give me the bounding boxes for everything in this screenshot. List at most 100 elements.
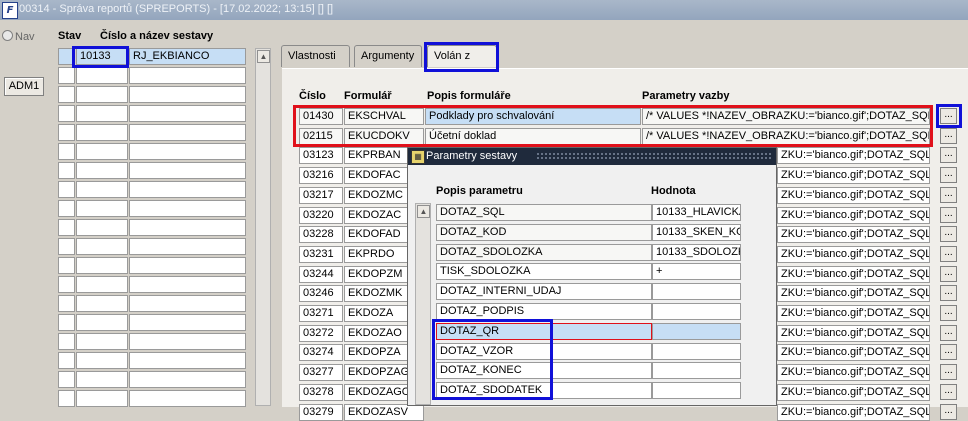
param-name-cell[interactable]: DOTAZ_VZOR bbox=[436, 343, 652, 360]
ellipsis-button[interactable]: ... bbox=[940, 285, 957, 301]
dialog-scroll-up-icon[interactable]: ▲ bbox=[417, 205, 430, 218]
ellipsis-button[interactable]: ... bbox=[940, 187, 957, 203]
grid-cislo-cell[interactable]: 03231 bbox=[299, 246, 343, 263]
report-status-cell[interactable] bbox=[58, 124, 75, 141]
grid-cislo-cell[interactable]: 03228 bbox=[299, 226, 343, 243]
grid-parametry-cell[interactable]: ZKU:='bianco.gif';DOTAZ_SQL: bbox=[777, 147, 930, 164]
grid-parametry-cell[interactable]: ZKU:='bianco.gif';DOTAZ_SQL: bbox=[777, 167, 930, 184]
grid-formular-cell[interactable]: EKDOZASV bbox=[344, 404, 424, 421]
report-name-cell[interactable] bbox=[129, 219, 246, 236]
param-name-cell[interactable]: DOTAZ_KOD bbox=[436, 224, 652, 241]
param-value-input[interactable] bbox=[652, 362, 741, 379]
grid-cislo-cell[interactable]: 03279 bbox=[299, 404, 343, 421]
report-number-cell[interactable] bbox=[76, 219, 128, 236]
ellipsis-button[interactable]: ... bbox=[940, 344, 957, 360]
report-name-cell[interactable] bbox=[129, 295, 246, 312]
grid-parametry-cell[interactable]: ZKU:='bianco.gif';DOTAZ_SQL: bbox=[777, 404, 930, 421]
report-number-cell[interactable] bbox=[76, 276, 128, 293]
grid-parametry-cell[interactable]: ZKU:='bianco.gif';DOTAZ_SQL: bbox=[777, 207, 930, 224]
report-status-cell[interactable] bbox=[58, 371, 75, 388]
grid-cislo-cell[interactable]: 03278 bbox=[299, 384, 343, 401]
report-list-scrollbar[interactable]: ▲ bbox=[255, 48, 271, 406]
report-number-cell[interactable] bbox=[76, 200, 128, 217]
report-status-cell[interactable] bbox=[58, 257, 75, 274]
ellipsis-button[interactable]: ... bbox=[940, 266, 957, 282]
grid-parametry-cell[interactable]: /* VALUES *!NAZEV_OBRAZKU:='bianco.gif';… bbox=[642, 108, 930, 125]
grid-cislo-cell[interactable]: 03217 bbox=[299, 187, 343, 204]
report-name-cell[interactable] bbox=[129, 86, 246, 103]
report-number-cell[interactable] bbox=[76, 333, 128, 350]
report-number-cell[interactable] bbox=[76, 162, 128, 179]
report-name-cell[interactable] bbox=[129, 276, 246, 293]
ellipsis-button[interactable]: ... bbox=[940, 167, 957, 183]
report-name-cell[interactable] bbox=[129, 181, 246, 198]
adm1-button[interactable]: ADM1 bbox=[4, 77, 44, 96]
report-number-cell[interactable] bbox=[76, 67, 128, 84]
nav-radio[interactable]: Nav bbox=[2, 30, 35, 43]
report-status-cell[interactable] bbox=[58, 86, 75, 103]
report-number-cell[interactable] bbox=[76, 390, 128, 407]
tab-argumenty[interactable]: Argumenty bbox=[354, 45, 422, 67]
grid-parametry-cell[interactable]: ZKU:='bianco.gif';DOTAZ_SQL: bbox=[777, 187, 930, 204]
grid-cislo-cell[interactable]: 03271 bbox=[299, 305, 343, 322]
grid-cislo-cell[interactable]: 01430 bbox=[299, 108, 343, 125]
param-value-input[interactable]: 10133_SKEN_KOD bbox=[652, 224, 741, 241]
dialog-scrollbar[interactable]: ▲ bbox=[415, 203, 431, 405]
report-name-cell[interactable] bbox=[129, 67, 246, 84]
grid-cislo-cell[interactable]: 03216 bbox=[299, 167, 343, 184]
report-name-cell[interactable] bbox=[129, 200, 246, 217]
report-status-cell[interactable] bbox=[58, 276, 75, 293]
param-name-cell[interactable]: TISK_SDOLOZKA bbox=[436, 263, 652, 280]
report-name-cell[interactable] bbox=[129, 238, 246, 255]
report-number-cell[interactable] bbox=[76, 314, 128, 331]
grid-formular-cell[interactable]: EKSCHVAL bbox=[344, 108, 424, 125]
ellipsis-button[interactable]: ... bbox=[940, 128, 957, 144]
grid-parametry-cell[interactable]: /* VALUES *!NAZEV_OBRAZKU:='bianco.gif';… bbox=[642, 128, 930, 145]
report-number-cell[interactable] bbox=[76, 143, 128, 160]
ellipsis-button[interactable]: ... bbox=[940, 246, 957, 262]
report-status-cell[interactable] bbox=[58, 352, 75, 369]
ellipsis-button[interactable]: ... bbox=[940, 305, 957, 321]
report-name-cell[interactable] bbox=[129, 162, 246, 179]
ellipsis-button[interactable]: ... bbox=[940, 207, 957, 223]
grid-cislo-cell[interactable]: 02115 bbox=[299, 128, 343, 145]
report-number-cell[interactable]: 10133 bbox=[76, 48, 128, 65]
report-status-cell[interactable] bbox=[58, 200, 75, 217]
grid-parametry-cell[interactable]: ZKU:='bianco.gif';DOTAZ_SQL: bbox=[777, 305, 930, 322]
report-number-cell[interactable] bbox=[76, 352, 128, 369]
grid-parametry-cell[interactable]: ZKU:='bianco.gif';DOTAZ_SQL: bbox=[777, 285, 930, 302]
report-status-cell[interactable] bbox=[58, 181, 75, 198]
tab-volan-z[interactable]: Volán z bbox=[427, 45, 497, 67]
param-value-input[interactable]: 10133_HLAVICKA bbox=[652, 204, 741, 221]
report-status-cell[interactable] bbox=[58, 162, 75, 179]
param-value-input[interactable]: + bbox=[652, 263, 741, 280]
report-name-cell[interactable] bbox=[129, 257, 246, 274]
grid-cislo-cell[interactable]: 03274 bbox=[299, 344, 343, 361]
grid-cislo-cell[interactable]: 03272 bbox=[299, 325, 343, 342]
dialog-title-bar[interactable]: ▦ Parametry sestavy bbox=[408, 148, 776, 165]
grid-popis-cell[interactable]: Podklady pro schvalování bbox=[425, 108, 641, 125]
report-status-cell[interactable] bbox=[58, 390, 75, 407]
report-status-cell[interactable] bbox=[58, 238, 75, 255]
ellipsis-button[interactable]: ... bbox=[940, 226, 957, 242]
report-name-cell[interactable] bbox=[129, 124, 246, 141]
ellipsis-button[interactable]: ... bbox=[940, 384, 957, 400]
report-number-cell[interactable] bbox=[76, 105, 128, 122]
report-name-cell[interactable] bbox=[129, 333, 246, 350]
grid-parametry-cell[interactable]: ZKU:='bianco.gif';DOTAZ_SQL: bbox=[777, 266, 930, 283]
grid-cislo-cell[interactable]: 03220 bbox=[299, 207, 343, 224]
tab-vlastnosti[interactable]: Vlastnosti bbox=[281, 45, 350, 67]
param-value-input[interactable] bbox=[652, 323, 741, 340]
report-name-cell[interactable] bbox=[129, 143, 246, 160]
grid-parametry-cell[interactable]: ZKU:='bianco.gif';DOTAZ_SQL: bbox=[777, 246, 930, 263]
param-name-cell[interactable]: DOTAZ_SDODATEK bbox=[436, 382, 652, 399]
param-value-input[interactable]: 10133_SDOLOZKA bbox=[652, 244, 741, 261]
report-number-cell[interactable] bbox=[76, 124, 128, 141]
grid-parametry-cell[interactable]: ZKU:='bianco.gif';DOTAZ_SQL: bbox=[777, 364, 930, 381]
param-name-cell[interactable]: DOTAZ_SQL bbox=[436, 204, 652, 221]
report-name-cell[interactable] bbox=[129, 314, 246, 331]
grid-cislo-cell[interactable]: 03277 bbox=[299, 364, 343, 381]
report-number-cell[interactable] bbox=[76, 295, 128, 312]
report-status-cell[interactable] bbox=[58, 295, 75, 312]
param-name-cell[interactable]: DOTAZ_INTERNI_UDAJ bbox=[436, 283, 652, 300]
